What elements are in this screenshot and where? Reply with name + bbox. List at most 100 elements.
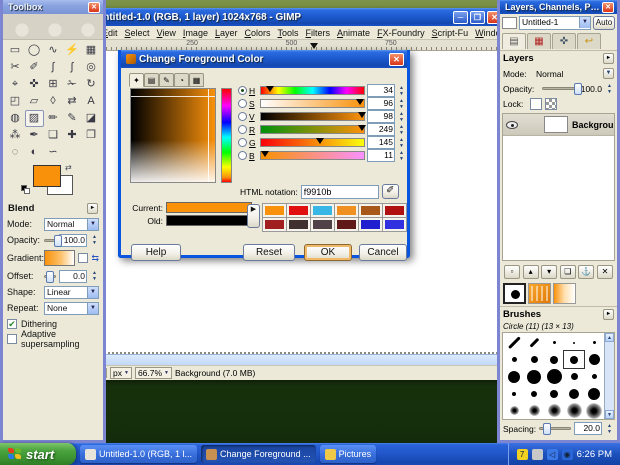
layers-tab[interactable]: ▤ [502, 33, 526, 49]
brush-item[interactable] [524, 334, 544, 351]
brush-item[interactable] [544, 402, 564, 419]
slider-track-g[interactable] [260, 138, 365, 147]
radio-r[interactable] [238, 125, 247, 134]
lower-layer-button[interactable]: ▾ [541, 265, 558, 279]
tool-scale[interactable]: ◰ [6, 93, 25, 110]
brush-item[interactable] [524, 385, 544, 402]
dithering-checkbox[interactable]: ✔ [7, 318, 17, 329]
tool-perspective-clone[interactable]: ❐ [82, 127, 101, 144]
tool-clone[interactable]: ❏ [44, 127, 63, 144]
slider-marker[interactable] [357, 112, 366, 118]
active-gradient-thumb[interactable] [553, 283, 576, 304]
foreground-color-swatch[interactable] [33, 165, 61, 187]
dock-close-icon[interactable]: ✕ [602, 1, 614, 13]
slider-value-v[interactable]: 98 [367, 110, 395, 123]
menu-layer[interactable]: Layer [212, 28, 241, 38]
task-gimp-image[interactable]: Untitled-1.0 (RGB, 1 l... [80, 445, 198, 463]
default-colors-icon[interactable] [21, 185, 31, 194]
offset-value[interactable]: 0.0 [59, 269, 87, 283]
tool-paths[interactable]: ∫ [44, 59, 63, 76]
reverse-icon[interactable]: ⇆ [91, 253, 99, 264]
slider-value-r[interactable]: 249 [367, 123, 395, 136]
tool-blur-sharpen[interactable]: ◌ [6, 144, 25, 161]
tool-rectangle-select[interactable]: ▭ [6, 42, 25, 59]
menu-animate[interactable]: Animate [334, 28, 373, 38]
reset-button[interactable]: Reset [243, 244, 295, 261]
slider-track-h[interactable] [260, 86, 365, 95]
swap-colors-icon[interactable]: ⇄ [65, 163, 72, 172]
adaptive-supersampling-checkbox[interactable] [7, 333, 17, 344]
slider-marker[interactable] [266, 86, 275, 92]
brush-item[interactable] [504, 334, 524, 351]
tool-blend[interactable]: ▨ [24, 110, 44, 127]
brush-item[interactable] [544, 351, 564, 368]
cancel-button[interactable]: Cancel [359, 244, 407, 261]
spacing-slider[interactable] [539, 423, 571, 435]
anchor-layer-button[interactable]: ⚓ [578, 265, 595, 279]
tool-dodge-burn[interactable]: ◐ [25, 144, 44, 161]
history-swatch[interactable] [310, 203, 335, 218]
radio-b[interactable] [238, 151, 247, 160]
zoom-select[interactable]: 66.7% ▼ [134, 367, 172, 379]
hue-strip[interactable] [221, 88, 232, 183]
slider-track-s[interactable] [260, 99, 365, 108]
start-button[interactable]: start [0, 443, 76, 465]
menu-tools[interactable]: Tools [275, 28, 302, 38]
layer-opacity-slider[interactable] [542, 83, 583, 95]
history-swatch[interactable] [286, 217, 311, 232]
opacity-slider[interactable] [44, 234, 63, 247]
menu-script-fu[interactable]: Script-Fu [429, 28, 472, 38]
tool-paintbrush[interactable]: ✎ [63, 110, 82, 127]
tool-bucket-fill[interactable]: ◍ [6, 110, 25, 127]
menu-fx-foundry[interactable]: FX-Foundry [374, 28, 428, 38]
layer-mode-select[interactable]: ▼ [603, 68, 614, 79]
brush-item[interactable] [524, 402, 544, 419]
brush-item[interactable] [524, 368, 544, 385]
spinner-arrows[interactable]: ▲ ▼ [90, 270, 99, 282]
brush-item[interactable] [584, 351, 604, 368]
auto-button[interactable]: Auto [593, 16, 615, 30]
history-swatch[interactable] [358, 217, 383, 232]
dialog-close-icon[interactable]: ✕ [389, 52, 404, 66]
image-select[interactable]: Untitled-1 ▼ [519, 16, 591, 30]
tool-fuzzy-select[interactable]: ⚡ [63, 42, 82, 59]
history-swatch[interactable] [262, 217, 287, 232]
spinner-arrows[interactable]: ▲ ▼ [397, 98, 406, 110]
tool-perspective[interactable]: ◊ [44, 93, 63, 110]
brush-item[interactable] [504, 368, 524, 385]
tool-eraser[interactable]: ◪ [82, 110, 101, 127]
tool-shear[interactable]: ▱ [25, 93, 44, 110]
toolbox-titlebar[interactable]: Toolbox ✕ [3, 0, 103, 14]
reverse-checkbox[interactable] [78, 253, 89, 263]
spinner-arrows[interactable]: ▲ ▼ [605, 423, 614, 435]
brush-item[interactable] [584, 334, 604, 351]
brush-item[interactable] [544, 368, 564, 385]
history-swatch[interactable] [262, 203, 287, 218]
brush-item[interactable] [584, 385, 604, 402]
palette-tab[interactable]: ▦ [189, 73, 204, 87]
raise-layer-button[interactable]: ▴ [522, 265, 539, 279]
tray-icon-network[interactable]: ◉ [561, 448, 573, 460]
gimp-tab[interactable]: ✦ [129, 73, 144, 87]
active-brush-thumb[interactable] [503, 283, 526, 304]
gradient-swatch[interactable] [44, 250, 76, 266]
mode-select[interactable]: Normal ▼ [44, 217, 99, 231]
tool-align[interactable]: ⊞ [44, 76, 63, 93]
brushes-menu-button[interactable]: ▸ [603, 309, 614, 320]
history-menu-button[interactable]: ▶ [247, 204, 260, 228]
tool-measure[interactable]: ⌖ [6, 76, 25, 93]
tray-icon-app[interactable] [531, 448, 543, 460]
history-swatch[interactable] [286, 203, 311, 218]
dock-titlebar[interactable]: Layers, Channels, Paths, Undo - ✕ [500, 0, 617, 14]
tool-ellipse-select[interactable]: ◯ [25, 42, 44, 59]
spinner-arrows[interactable]: ▲ ▼ [397, 124, 406, 136]
brush-item[interactable] [564, 385, 584, 402]
slider-value-b[interactable]: 11 [367, 149, 395, 162]
tool-foreground-select[interactable]: ✐ [25, 59, 44, 76]
slider-track-r[interactable] [260, 125, 366, 134]
tray-icon-keyboard[interactable]: 7 [516, 448, 528, 460]
channels-tab[interactable]: ▦ [527, 33, 551, 49]
radio-s[interactable] [238, 99, 247, 108]
history-swatch[interactable] [334, 217, 359, 232]
layers-menu-button[interactable]: ▸ [603, 53, 614, 64]
